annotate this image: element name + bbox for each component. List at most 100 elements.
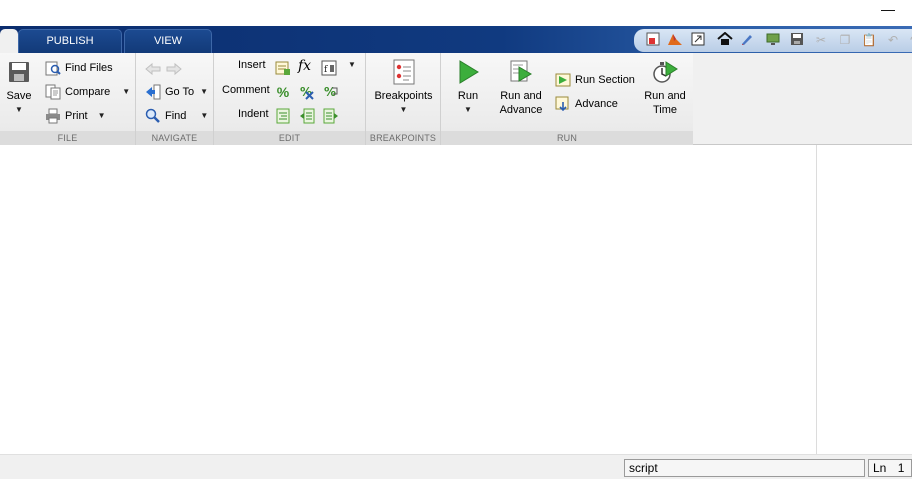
ribbon-empty-area [693,53,912,145]
find-button[interactable]: Find ▼ [144,107,208,124]
advance-button[interactable]: Advance [554,95,618,112]
breakpoints-section: Breakpoints ▼ BREAKPOINTS [366,53,441,145]
goto-label: Go To [165,85,195,98]
undo-icon[interactable]: ↶ [884,32,902,49]
insert-label: Insert [238,59,266,71]
editor-area[interactable] [0,145,912,454]
run-and-time-label: Run and Time [644,90,686,116]
breakpoints-label: Breakpoints [374,90,433,102]
breakpoints-dropdown-icon[interactable]: ▼ [372,103,435,117]
indent-row: Indent [238,108,269,120]
goto-button[interactable]: Go To ▼ [144,83,208,100]
save-icon[interactable] [788,32,806,49]
minimize-button[interactable]: — [880,0,896,20]
file-type-indicator: script [624,459,865,477]
smart-indent-button[interactable] [274,107,295,124]
decrease-indent-button[interactable] [322,107,343,124]
tab-editor[interactable] [0,29,18,53]
run-and-advance-button[interactable]: Run and Advance [497,59,545,117]
print-dropdown-icon[interactable]: ▼ [98,111,106,120]
insert-row: Insert [238,59,266,71]
paste-icon[interactable]: 📋 [860,32,878,49]
run-and-time-icon [652,59,678,85]
decrease-indent-icon [322,107,340,124]
insert-section-button[interactable] [274,59,295,76]
svg-text:%: % [324,85,336,99]
goto-icon [144,83,162,100]
comment-row: Comment [222,84,270,96]
new-window-icon[interactable] [689,32,707,49]
monitor-icon[interactable] [764,32,782,49]
percent-icon: % [276,83,290,100]
simulink-icon[interactable] [666,32,684,49]
find-files-button[interactable]: Find Files [44,59,113,76]
run-section-icon [554,71,572,88]
advance-icon [554,95,572,112]
file-section: Save ▼ Find Files Compare ▼ Print ▼ FILE [0,53,136,145]
save-large-icon [6,59,32,85]
tex-icon: f [320,59,338,76]
run-section-label: Run Section [575,73,635,86]
smart-indent-icon [274,107,292,124]
run-section-button[interactable]: Run Section [554,71,635,88]
breakpoints-icon [391,59,417,85]
goto-dropdown-icon[interactable]: ▼ [200,87,208,96]
find-dropdown-icon[interactable]: ▼ [200,111,208,120]
run-label: Run [457,90,479,102]
status-bar: script Ln 1 [0,454,912,479]
ribbon-toolstrip: Save ▼ Find Files Compare ▼ Print ▼ FILE [0,53,693,145]
find-label: Find [165,109,187,122]
copy-icon[interactable]: ❐ [836,32,854,49]
print-button[interactable]: Print ▼ [44,107,106,124]
run-dropdown-icon[interactable]: ▼ [451,103,485,117]
insert-tex-button[interactable]: f [320,59,341,76]
increase-indent-icon [298,107,316,124]
save-label: Save [6,90,32,102]
indent-label: Indent [238,108,269,120]
run-button[interactable]: Run ▼ [451,59,485,117]
wrap-comments-button[interactable]: % [322,83,343,100]
forward-arrow-icon[interactable] [165,60,183,77]
tab-view[interactable]: VIEW [124,29,212,53]
run-icon [455,59,481,85]
line-label: Ln [873,461,887,475]
run-section-label: RUN [441,131,693,145]
find-files-icon [44,59,62,76]
pen-icon[interactable] [738,32,756,49]
save-button[interactable]: Save ▼ [4,59,34,117]
breakpoints-button[interactable]: Breakpoints ▼ [372,59,435,117]
compare-dropdown-icon[interactable]: ▼ [122,87,130,96]
redo-icon[interactable]: ↷ [906,32,912,49]
navigate-section: Go To ▼ Find ▼ NAVIGATE [136,53,214,145]
run-section: Run ▼ Run and Advance Run Section Advanc… [441,53,693,145]
compare-button[interactable]: Compare ▼ [44,83,130,100]
insert-dropdown-icon[interactable]: ▼ [348,60,356,69]
wrap-comments-icon: % [322,83,340,100]
file-section-label: FILE [0,131,135,145]
line-indicator: Ln 1 [868,459,912,477]
compare-icon [44,83,62,100]
uncomment-icon: % [298,83,316,100]
home-icon[interactable] [716,31,734,49]
breakpoints-section-label: BREAKPOINTS [366,131,440,145]
find-files-label: Find Files [65,61,113,74]
tab-publish[interactable]: PUBLISH [18,29,122,53]
line-number: 1 [897,461,905,475]
run-and-time-button[interactable]: Run and Time [639,59,691,117]
increase-indent-button[interactable] [298,107,319,124]
comment-label: Comment [222,84,270,96]
insert-section-icon [274,59,292,76]
cut-icon[interactable]: ✂ [812,32,830,49]
quick-access-toolbar: ✂ ❐ 📋 ↶ ↷ [634,29,912,52]
comment-button[interactable]: % [274,83,295,100]
advance-label: Advance [575,97,618,110]
insert-function-button[interactable]: fx [298,58,311,74]
compare-label: Compare [65,85,111,98]
uncomment-button[interactable]: % [298,83,319,100]
layout-icon[interactable] [644,32,662,49]
print-label: Print [65,109,88,122]
back-button[interactable] [144,60,186,77]
run-and-advance-label: Run and Advance [499,90,543,116]
save-dropdown-icon[interactable]: ▼ [4,103,34,117]
right-margin-line [816,145,817,454]
